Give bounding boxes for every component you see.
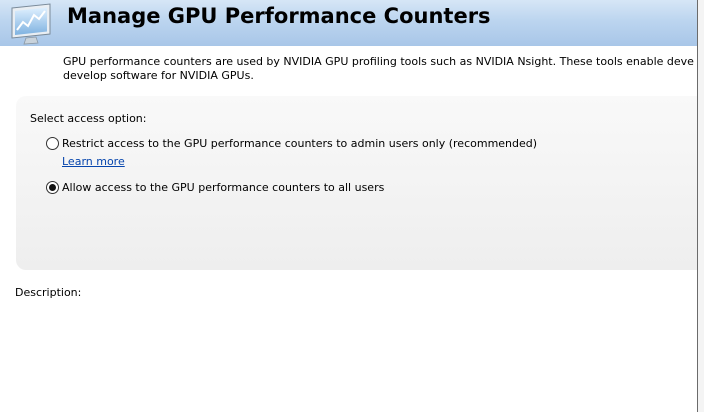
learn-more-link[interactable]: Learn more (62, 155, 125, 168)
allow-access-radio[interactable] (46, 181, 59, 194)
allow-access-label[interactable]: Allow access to the GPU performance coun… (62, 181, 384, 194)
scroll-edge (698, 0, 704, 412)
restrict-access-radio[interactable] (46, 137, 59, 150)
page-title: Manage GPU Performance Counters (67, 4, 491, 28)
description-label: Description: (15, 286, 82, 299)
intro-text: GPU performance counters are used by NVI… (63, 55, 694, 83)
monitor-chart-icon (11, 3, 51, 45)
intro-line-1: GPU performance counters are used by NVI… (63, 55, 694, 68)
restrict-access-option[interactable]: Restrict access to the GPU performance c… (46, 137, 537, 150)
restrict-access-label[interactable]: Restrict access to the GPU performance c… (62, 137, 537, 150)
allow-access-option[interactable]: Allow access to the GPU performance coun… (46, 181, 384, 194)
page-header: Manage GPU Performance Counters (0, 0, 697, 46)
select-access-label: Select access option: (30, 112, 147, 125)
intro-line-2: develop software for NVIDIA GPUs. (63, 69, 254, 82)
